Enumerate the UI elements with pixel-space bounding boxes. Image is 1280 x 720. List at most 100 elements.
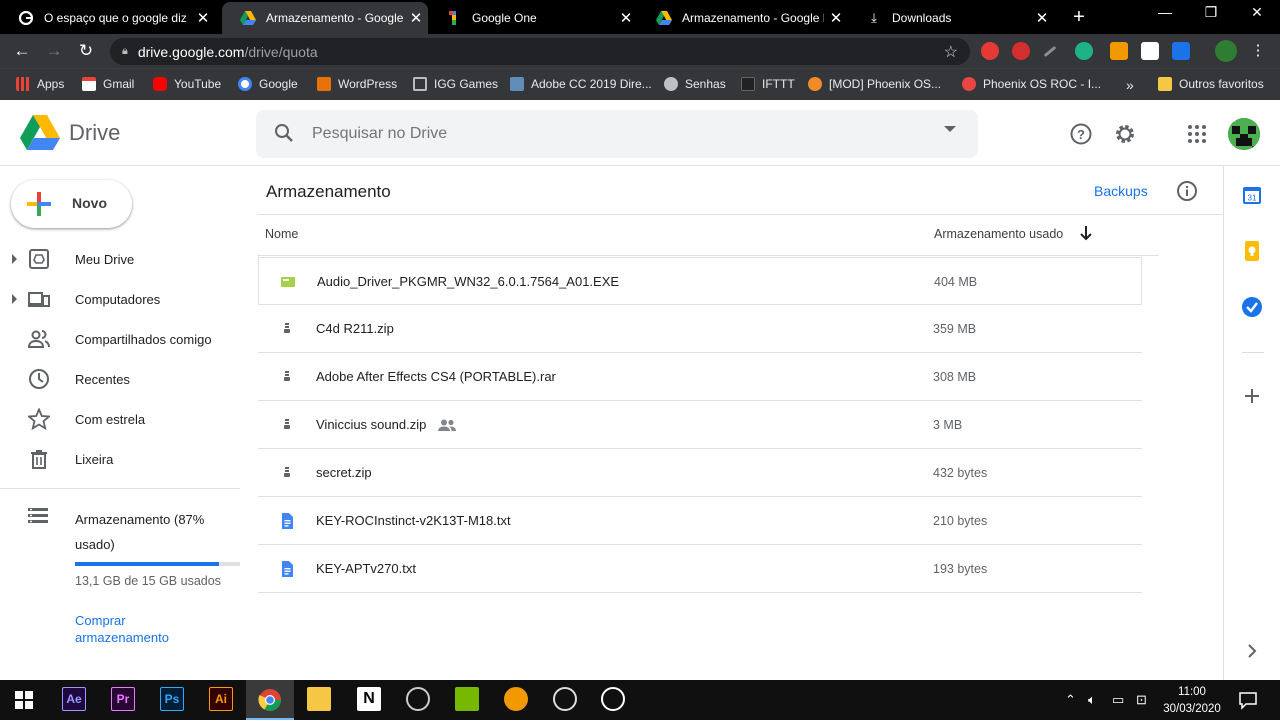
- google-apps-icon[interactable]: [1185, 122, 1209, 146]
- bookmark-item[interactable]: Phoenix OS ROC - I...: [962, 77, 1101, 91]
- extension-icon[interactable]: [1075, 42, 1093, 60]
- browser-tab[interactable]: O espaço que o google diz ✕: [0, 2, 215, 34]
- bookmark-item[interactable]: Apps: [16, 77, 64, 91]
- file-row[interactable]: Adobe After Effects CS4 (PORTABLE).rar 30…: [258, 353, 1142, 401]
- drive-logo-icon[interactable]: [20, 115, 60, 151]
- bookmark-item[interactable]: IFTTT: [741, 77, 795, 91]
- sidebar-item-starred[interactable]: Com estrela: [0, 399, 240, 439]
- bookmark-item[interactable]: Gmail: [82, 77, 134, 91]
- file-row[interactable]: KEY-APTv270.txt 193 bytes: [258, 545, 1142, 593]
- app-icon[interactable]: [601, 687, 625, 711]
- file-row[interactable]: C4d R211.zip 359 MB: [258, 305, 1142, 353]
- file-name[interactable]: Viniccius sound.zip: [316, 417, 426, 432]
- column-header-name[interactable]: Nome: [265, 227, 298, 241]
- file-name[interactable]: C4d R211.zip: [316, 321, 394, 336]
- file-row[interactable]: secret.zip 432 bytes: [258, 449, 1142, 497]
- tray-chevron-up-icon[interactable]: ⌃: [1065, 692, 1076, 708]
- app-icon[interactable]: [504, 687, 528, 711]
- browser-tab[interactable]: Armazenamento - Google D ✕: [638, 2, 848, 34]
- file-row[interactable]: Viniccius sound.zip 3 MB: [258, 401, 1142, 449]
- extension-icon[interactable]: [1141, 42, 1159, 60]
- storage-label[interactable]: Armazenamento (87% usado): [75, 507, 225, 557]
- extension-adblock-icon[interactable]: [981, 42, 999, 60]
- minimize-button[interactable]: —: [1142, 4, 1188, 20]
- tasks-icon[interactable]: [1241, 296, 1263, 318]
- sort-descending-arrow-icon[interactable]: [1077, 224, 1095, 242]
- notion-icon[interactable]: N: [357, 687, 381, 711]
- account-avatar[interactable]: [1228, 118, 1260, 150]
- bookmark-item[interactable]: YouTube: [153, 77, 221, 91]
- obs-icon[interactable]: [553, 687, 577, 711]
- browser-tab[interactable]: Google One ✕: [428, 2, 638, 34]
- bookmark-item[interactable]: WordPress: [317, 77, 397, 91]
- sidebar-item-computers[interactable]: Computadores: [0, 279, 240, 319]
- keep-icon[interactable]: [1241, 240, 1263, 262]
- file-row[interactable]: Audio_Driver_PKGMR_WN32_6.0.1.7564_A01.E…: [258, 257, 1142, 305]
- back-icon[interactable]: ←: [12, 41, 32, 61]
- bookmark-item[interactable]: IGG Games: [413, 77, 498, 91]
- bookmark-item[interactable]: Google: [238, 77, 298, 91]
- expand-arrow-icon[interactable]: [12, 294, 17, 304]
- chevron-right-icon[interactable]: [1241, 640, 1263, 662]
- reload-icon[interactable]: ↻: [76, 41, 96, 61]
- new-button[interactable]: Novo: [11, 180, 132, 228]
- add-addon-plus-icon[interactable]: [1241, 385, 1263, 407]
- nvidia-icon[interactable]: [455, 687, 479, 711]
- bookmark-item[interactable]: Senhas: [664, 77, 726, 91]
- column-header-storage-used[interactable]: Armazenamento usado: [934, 227, 1063, 241]
- windows-start-icon[interactable]: [15, 691, 33, 709]
- after-effects-icon[interactable]: Ae: [62, 687, 86, 711]
- taskbar-clock[interactable]: 11:00 30/03/2020: [1160, 684, 1224, 718]
- volume-icon[interactable]: 🔈︎: [1088, 692, 1096, 708]
- other-bookmarks-folder[interactable]: Outros favoritos: [1158, 77, 1264, 91]
- close-tab-icon[interactable]: ✕: [824, 9, 848, 27]
- restore-button[interactable]: ❐: [1188, 4, 1234, 21]
- battery-icon[interactable]: ▭: [1112, 692, 1124, 708]
- close-tab-icon[interactable]: ✕: [404, 9, 428, 27]
- file-explorer-icon[interactable]: [307, 687, 331, 711]
- buy-storage-link[interactable]: Comprar armazenamento: [75, 612, 205, 646]
- more-bookmarks-button[interactable]: »: [1126, 77, 1134, 93]
- file-name[interactable]: Adobe After Effects CS4 (PORTABLE).rar: [316, 369, 556, 384]
- file-name[interactable]: secret.zip: [316, 465, 372, 480]
- forward-icon[interactable]: →: [44, 41, 64, 61]
- address-bar[interactable]: 🔒︎ drive.google.com/drive/quota ☆: [110, 38, 970, 65]
- bookmark-star-icon[interactable]: ☆: [944, 42, 958, 62]
- file-name[interactable]: Audio_Driver_PKGMR_WN32_6.0.1.7564_A01.E…: [317, 274, 619, 289]
- file-name[interactable]: KEY-ROCInstinct-v2K13T-M18.txt: [316, 513, 511, 528]
- expand-arrow-icon[interactable]: [12, 254, 17, 264]
- product-name[interactable]: Drive: [69, 120, 120, 146]
- network-icon[interactable]: ⊡: [1136, 692, 1147, 708]
- search-options-dropdown-icon[interactable]: [944, 126, 956, 132]
- photoshop-icon[interactable]: Ps: [160, 687, 184, 711]
- premiere-pro-icon[interactable]: Pr: [111, 687, 135, 711]
- extension-pen-icon[interactable]: [1043, 45, 1057, 58]
- settings-gear-icon[interactable]: [1113, 122, 1137, 146]
- search-icon[interactable]: [274, 123, 294, 143]
- illustrator-icon[interactable]: Ai: [209, 687, 233, 711]
- app-icon[interactable]: [406, 687, 430, 711]
- calendar-icon[interactable]: 31: [1241, 184, 1263, 206]
- info-icon[interactable]: [1176, 180, 1198, 202]
- help-icon[interactable]: ?: [1069, 122, 1093, 146]
- file-name[interactable]: KEY-APTv270.txt: [316, 561, 416, 576]
- close-tab-icon[interactable]: ✕: [1030, 9, 1054, 27]
- close-tab-icon[interactable]: ✕: [191, 9, 215, 27]
- browser-tab[interactable]: ⤓ Downloads ✕: [848, 2, 1054, 34]
- file-row[interactable]: KEY-ROCInstinct-v2K13T-M18.txt 210 bytes: [258, 497, 1142, 545]
- extension-off-icon[interactable]: [1110, 42, 1128, 60]
- browser-tab-active[interactable]: Armazenamento - Google D ✕: [222, 2, 428, 34]
- sidebar-item-recent[interactable]: Recentes: [0, 359, 240, 399]
- backups-link[interactable]: Backups: [1094, 183, 1148, 199]
- close-tab-icon[interactable]: ✕: [614, 9, 638, 27]
- close-window-button[interactable]: ✕: [1234, 4, 1280, 21]
- search-input[interactable]: [312, 123, 912, 145]
- sidebar-item-shared-with-me[interactable]: Compartilhados comigo: [0, 319, 240, 359]
- sidebar-item-my-drive[interactable]: Meu Drive: [0, 239, 240, 279]
- notifications-icon[interactable]: [1238, 690, 1258, 710]
- sidebar-item-trash[interactable]: Lixeira: [0, 439, 240, 479]
- menu-dots-icon[interactable]: ⋮: [1248, 41, 1268, 59]
- profile-avatar[interactable]: [1215, 40, 1237, 62]
- new-tab-button[interactable]: +: [1068, 6, 1090, 29]
- extension-icon[interactable]: [1012, 42, 1030, 60]
